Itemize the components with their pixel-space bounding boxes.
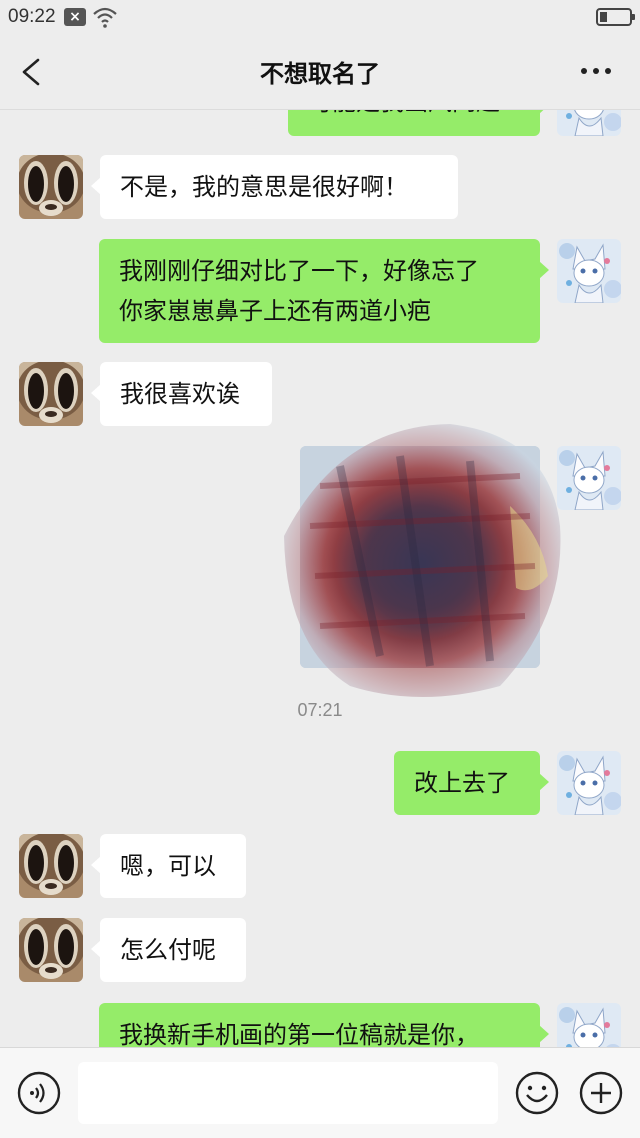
chat-title: 不想取名了 (260, 60, 380, 88)
avatar-self[interactable] (557, 446, 621, 510)
message-bubble-sent[interactable]: 我刚刚仔细对比了一下，好像忘了 你家崽崽鼻子上还有两道小疤 (99, 239, 549, 343)
avatar-self[interactable] (557, 110, 621, 136)
message-bubble-received[interactable]: 我很喜欢诶 (91, 362, 272, 426)
avatar-contact[interactable] (19, 918, 83, 982)
avatar-contact[interactable] (19, 362, 83, 426)
avatar-self[interactable] (557, 751, 621, 815)
avatar-contact[interactable] (19, 834, 83, 898)
image-message[interactable] (280, 416, 570, 706)
chat-messages[interactable]: 可能是我画风问题 不是，我的意思是很好啊！ 我刚刚仔细对比了一下，好像忘了 你家… (0, 110, 640, 1047)
message-bubble-received[interactable]: 嗯，可以 (91, 834, 246, 898)
message-bubble-received[interactable]: 怎么付呢 (91, 918, 246, 982)
voice-icon[interactable] (16, 1070, 62, 1116)
avatar-self[interactable] (557, 239, 621, 303)
message-bubble-received[interactable]: 不是，我的意思是很好啊！ (91, 155, 458, 219)
message-bubble-sent[interactable]: 我换新手机画的第一位稿就是你， (99, 1003, 549, 1047)
wifi-icon (93, 7, 117, 28)
battery-low-icon (596, 8, 635, 26)
status-bar: 09:22 × (0, 0, 640, 34)
plus-icon[interactable] (578, 1070, 624, 1116)
avatar-contact[interactable] (19, 155, 83, 219)
ellipsis-icon[interactable] (572, 56, 620, 86)
title-bar: 不想取名了 (0, 34, 640, 110)
message-input[interactable] (78, 1062, 498, 1124)
message-bubble-sent[interactable]: 改上去了 (394, 751, 549, 815)
message-timestamp: 07:21 (297, 700, 343, 720)
emoji-icon[interactable] (514, 1070, 560, 1116)
status-time: 09:22 (8, 6, 56, 27)
close-box-icon: × (64, 8, 86, 26)
avatar-self[interactable] (557, 1003, 621, 1047)
input-bar (0, 1047, 640, 1138)
message-bubble-sent[interactable]: 可能是我画风问题 (288, 110, 549, 136)
